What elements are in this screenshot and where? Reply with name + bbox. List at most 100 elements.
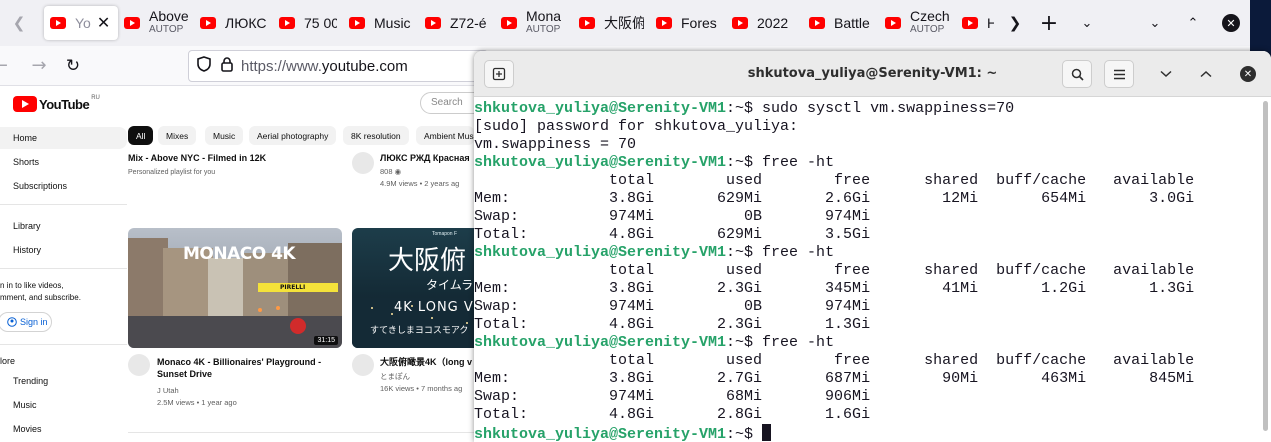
chip-all[interactable]: All <box>128 126 154 145</box>
tab-title: Above <box>149 10 188 23</box>
video-thumbnail[interactable]: MONACO 4K PIRELLI 31:15 <box>128 228 342 348</box>
video-title-line-1[interactable]: Monaco 4K - Billionaires' Playground - <box>157 356 321 368</box>
tab-12[interactable]: HI <box>956 6 1000 40</box>
youtube-favicon-icon <box>425 17 441 29</box>
new-tab-button[interactable] <box>484 60 514 88</box>
tab-3[interactable]: 75 00 <box>273 6 343 40</box>
tab-scroll-right-icon[interactable]: ❯ <box>1000 0 1030 46</box>
sidebar-item-trending[interactable]: Trending <box>13 376 48 386</box>
tab-label-group: ЛЮКС <box>225 15 266 31</box>
tab-5[interactable]: Z72-é <box>419 6 495 40</box>
video-title[interactable]: ЛЮКС РЖД Красная <box>380 152 474 164</box>
terminal-output-line: Total: 4.8Gi 629Mi 3.5Gi <box>474 226 1260 244</box>
tab-9[interactable]: 2022 <box>726 6 803 40</box>
sidebar-item-subscriptions[interactable]: Subscriptions <box>13 181 67 191</box>
tab-6[interactable]: Mona AUTOP <box>495 6 573 40</box>
minimize-button[interactable] <box>1152 60 1180 88</box>
url-bar[interactable]: https://www.youtube.com <box>188 50 488 82</box>
hamburger-menu-icon <box>1113 69 1125 79</box>
terminal-scrollbar[interactable] <box>1263 101 1268 431</box>
new-tab-icon <box>492 67 506 81</box>
list-all-tabs-icon[interactable]: ⌄ <box>1068 0 1106 46</box>
sidebar-item-music[interactable]: Music <box>13 400 37 410</box>
channel-avatar[interactable] <box>352 354 374 376</box>
output-text: total used free shared buff/cache availa… <box>474 352 1195 369</box>
chip-aerial-photography[interactable]: Aerial photography <box>249 126 337 145</box>
terminal-command-line: shkutova_yuliya@Serenity-VM1:~$ sudo sys… <box>474 100 1260 118</box>
terminal-output[interactable]: shkutova_yuliya@Serenity-VM1:~$ sudo sys… <box>474 97 1260 442</box>
youtube-favicon-icon <box>656 17 672 29</box>
video-title[interactable]: Mix - Above NYC - Filmed in 12K <box>128 152 343 164</box>
chevron-up-icon <box>1200 70 1212 78</box>
sign-in-button[interactable]: Sign in <box>0 312 52 332</box>
sidebar-item-library[interactable]: Library <box>13 221 41 231</box>
shell-prompt: shkutova_yuliya@Serenity-VM1 <box>474 244 727 261</box>
chip-mixes[interactable]: Mixes <box>158 126 197 145</box>
forward-icon[interactable]: → <box>22 50 56 82</box>
lock-icon[interactable] <box>221 56 233 76</box>
terminal-window: shkutova_yuliya@Serenity-VM1: ~ ✕ shkuto… <box>474 51 1271 442</box>
output-text: Swap: 974Mi 0B 974Mi <box>474 208 871 225</box>
video-meta: 4.9M views • 2 years ag <box>380 179 460 188</box>
tab-7[interactable]: 大阪俯 <box>573 6 650 40</box>
minimize-icon[interactable]: ⌄ <box>1136 0 1174 46</box>
close-window-icon[interactable]: ✕ <box>1212 0 1250 46</box>
output-text: Mem: 3.8Gi 2.7Gi 687Mi 90Mi 463Mi 845Mi <box>474 370 1195 387</box>
new-tab-icon[interactable]: + <box>1030 0 1068 46</box>
youtube-favicon-icon <box>732 17 748 29</box>
tab-title: 大阪俯 <box>604 15 644 31</box>
video-title-line-2[interactable]: Sunset Drive <box>157 368 212 380</box>
channel-name[interactable]: J Utah <box>157 385 179 396</box>
sidebar-item-shorts[interactable]: Shorts <box>13 157 39 167</box>
youtube-favicon-icon <box>501 17 517 29</box>
tab-close-icon[interactable]: ✕ <box>97 13 110 33</box>
back-icon[interactable]: ← <box>0 50 8 82</box>
tab-10[interactable]: Battle <box>803 6 879 40</box>
video-thumbnail[interactable]: Tomapon F 大阪俯 タイムラ 4K LONG V すてきしまヨコスモアク <box>352 228 482 348</box>
channel-name[interactable]: 808 ◉ <box>380 166 401 177</box>
channel-name[interactable]: とまぽん <box>380 371 410 382</box>
shell-prompt: shkutova_yuliya@Serenity-VM1 <box>474 154 727 171</box>
search-button[interactable] <box>1062 60 1092 88</box>
output-text: total used free shared buff/cache availa… <box>474 262 1195 279</box>
maximize-button[interactable] <box>1192 60 1220 88</box>
sidebar-item-home[interactable]: Home <box>13 133 37 143</box>
video-duration: 31:15 <box>314 336 338 345</box>
youtube-logo[interactable]: YouTube RU <box>13 95 100 112</box>
tab-1[interactable]: Above AUTOP <box>118 6 194 40</box>
reload-icon[interactable]: ↻ <box>56 50 90 82</box>
youtube-favicon-icon <box>279 17 295 29</box>
chip-8k-resolution[interactable]: 8K resolution <box>343 126 409 145</box>
shell-prompt: shkutova_yuliya@Serenity-VM1 <box>474 426 727 442</box>
channel-avatar[interactable] <box>128 354 150 376</box>
sidebar-divider <box>0 344 127 345</box>
output-text: Mem: 3.8Gi 629Mi 2.6Gi 12Mi 654Mi 3.0Gi <box>474 190 1195 207</box>
maximize-icon[interactable]: ⌃ <box>1174 0 1212 46</box>
sign-in-label: Sign in <box>20 317 48 327</box>
sidebar-item-movies[interactable]: Movies <box>13 424 42 434</box>
sidebar-item-history[interactable]: History <box>13 245 41 255</box>
tab-scroll-left-icon[interactable]: ❮ <box>0 0 38 46</box>
tab-label-group: Fores <box>681 15 717 31</box>
close-button[interactable]: ✕ <box>1234 60 1262 88</box>
shield-icon[interactable] <box>197 56 211 76</box>
tab-title: Mona <box>526 10 562 23</box>
chip-ambient-music[interactable]: Ambient Mus <box>416 126 474 145</box>
tab-label-group: Z72-é <box>450 15 487 31</box>
tab-label-group: 2022 <box>757 15 788 31</box>
terminal-output-line: Swap: 974Mi 0B 974Mi <box>474 208 1260 226</box>
menu-button[interactable] <box>1104 60 1134 88</box>
tab-0[interactable]: Yo ✕ <box>44 6 118 40</box>
youtube-favicon-icon <box>809 17 825 29</box>
channel-avatar[interactable] <box>352 152 374 174</box>
shell-command: :~$ free -ht <box>726 154 835 171</box>
tab-4[interactable]: Music <box>343 6 419 40</box>
tab-subtitle: AUTOP <box>910 24 945 35</box>
video-title[interactable]: 大阪俯瞰景4K（long v <box>380 356 474 368</box>
chip-music[interactable]: Music <box>205 126 244 145</box>
tab-2[interactable]: ЛЮКС <box>194 6 273 40</box>
tab-11[interactable]: Czech AUTOP <box>879 6 956 40</box>
tab-8[interactable]: Fores <box>650 6 726 40</box>
terminal-output-line: vm.swappiness = 70 <box>474 136 1260 154</box>
output-text: vm.swappiness = 70 <box>474 136 637 153</box>
